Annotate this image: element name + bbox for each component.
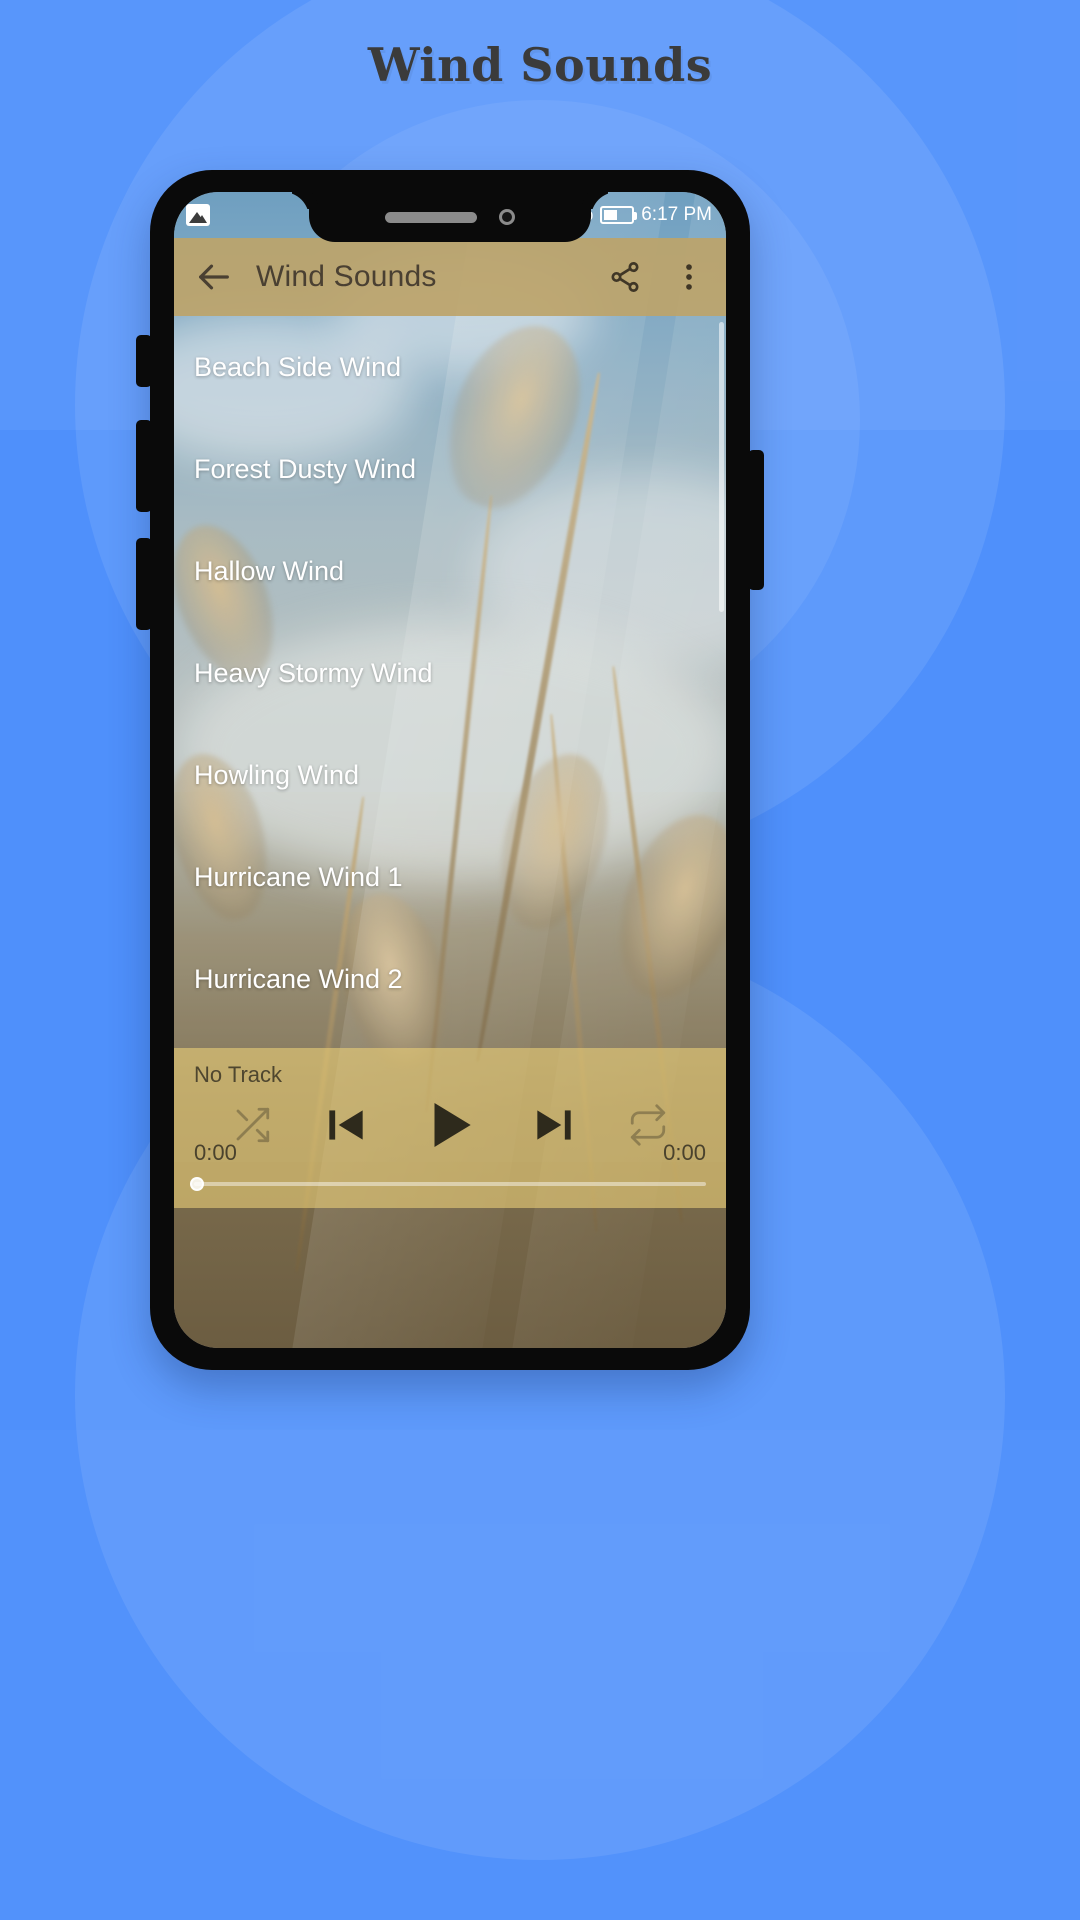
track-name: Beach Side Wind: [194, 351, 402, 382]
track-list-item[interactable]: Howling Wind: [174, 724, 726, 826]
phone-screen: % 6:17 PM Wind Sounds: [174, 192, 726, 1348]
player-time-row: 0:00 0:00: [194, 1140, 706, 1166]
phone-power-button[interactable]: [748, 450, 764, 590]
seek-thumb[interactable]: [190, 1177, 204, 1191]
arrow-back-icon[interactable]: [194, 257, 234, 297]
track-list-item[interactable]: Hallow Wind: [174, 520, 726, 622]
track-list-item[interactable]: Hurricane Wind 2: [174, 928, 726, 1030]
track-list-item[interactable]: Heavy Stormy Wind: [174, 622, 726, 724]
elapsed-time: 0:00: [194, 1140, 237, 1165]
toolbar-actions: [608, 260, 706, 294]
status-bar-left: [186, 204, 210, 226]
total-time: 0:00: [663, 1140, 706, 1165]
speaker-grille-icon: [385, 211, 477, 223]
page-title: Wind Sounds: [367, 38, 713, 92]
track-name: Forest Dusty Wind: [194, 453, 417, 484]
track-name: Hurricane Wind 1: [194, 861, 403, 892]
share-icon[interactable]: [608, 260, 642, 294]
status-bar-time: 6:17 PM: [641, 204, 712, 225]
track-name: Heavy Stormy Wind: [194, 657, 433, 688]
list-scrollbar[interactable]: [719, 322, 724, 612]
phone-mockup: % 6:17 PM Wind Sounds: [136, 170, 764, 1370]
track-name: Howling Wind: [194, 759, 360, 790]
phone-mute-button[interactable]: [136, 335, 152, 387]
seek-bar[interactable]: [190, 1177, 706, 1191]
phone-notch: [309, 192, 591, 242]
gallery-icon: [186, 204, 210, 226]
app-toolbar: Wind Sounds: [174, 238, 726, 316]
track-name: Hurricane Wind 2: [194, 963, 403, 994]
front-camera-icon: [499, 209, 515, 225]
phone-volume-up-button[interactable]: [136, 420, 152, 512]
track-list[interactable]: Beach Side Wind Forest Dusty Wind Hallow…: [174, 316, 726, 1162]
track-list-item[interactable]: Forest Dusty Wind: [174, 418, 726, 520]
track-name: Hallow Wind: [194, 555, 345, 586]
track-list-item[interactable]: Hurricane Wind 1: [174, 826, 726, 928]
player-panel: No Track 0:00 0:00: [174, 1048, 726, 1208]
phone-volume-down-button[interactable]: [136, 538, 152, 630]
page-title-toolbar: Wind Sounds: [256, 260, 437, 293]
now-playing-label: No Track: [194, 1062, 283, 1087]
track-list-item[interactable]: Beach Side Wind: [174, 316, 726, 418]
more-vert-icon[interactable]: [672, 260, 706, 294]
